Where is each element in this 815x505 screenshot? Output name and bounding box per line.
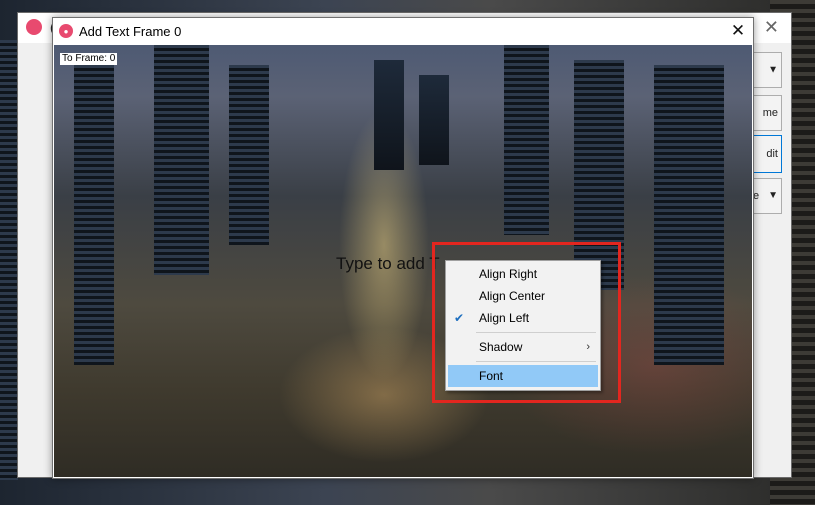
chevron-down-icon: ▼: [768, 64, 778, 76]
menu-item-label: Align Right: [479, 267, 538, 281]
background-button-edit[interactable]: dit: [750, 135, 782, 173]
menu-item-label: Align Left: [479, 311, 530, 325]
chevron-down-icon: ▼: [768, 190, 778, 201]
dialog-titlebar[interactable]: ● Add Text Frame 0 ✕: [53, 18, 753, 45]
background-close-icon[interactable]: ✕: [764, 17, 779, 38]
close-icon[interactable]: ✕: [723, 18, 753, 45]
menu-item-font[interactable]: Font: [448, 365, 598, 387]
background-dropdown-2[interactable]: e ▼: [750, 178, 782, 214]
building: [154, 45, 209, 275]
text-overlay[interactable]: Type to add T: [336, 254, 440, 274]
button-label: me: [762, 107, 778, 119]
checkmark-icon: ✔: [454, 311, 465, 325]
menu-item-label: Shadow: [479, 340, 523, 354]
menu-item-align-left[interactable]: ✔ Align Left: [446, 307, 600, 329]
button-label: dit: [766, 148, 778, 160]
background-button-me[interactable]: me: [750, 95, 782, 131]
menu-separator: [476, 332, 596, 333]
menu-item-shadow[interactable]: Shadow ›: [446, 336, 600, 358]
camera-icon: ●: [59, 24, 73, 38]
building: [0, 40, 18, 480]
building: [419, 75, 449, 165]
building: [229, 65, 269, 245]
menu-separator: [476, 361, 596, 362]
frame-label: To Frame: 0: [60, 53, 118, 65]
menu-item-label: Font: [479, 369, 504, 383]
building: [374, 60, 404, 170]
add-text-dialog: ● Add Text Frame 0 ✕ To Frame: 0 Type to…: [52, 17, 754, 479]
chevron-right-icon: ›: [586, 341, 590, 353]
app-icon: [26, 19, 42, 35]
building: [654, 65, 724, 365]
menu-item-label: Align Center: [479, 289, 546, 303]
context-menu: Align Right Align Center ✔ Align Left Sh…: [445, 260, 601, 391]
menu-item-align-right[interactable]: Align Right: [446, 263, 600, 285]
building: [504, 45, 549, 235]
menu-item-align-center[interactable]: Align Center: [446, 285, 600, 307]
dialog-title: Add Text Frame 0: [79, 24, 182, 39]
building: [74, 65, 114, 365]
background-dropdown-1[interactable]: ▼: [750, 52, 782, 88]
frame-canvas[interactable]: To Frame: 0 Type to add T: [54, 45, 752, 477]
